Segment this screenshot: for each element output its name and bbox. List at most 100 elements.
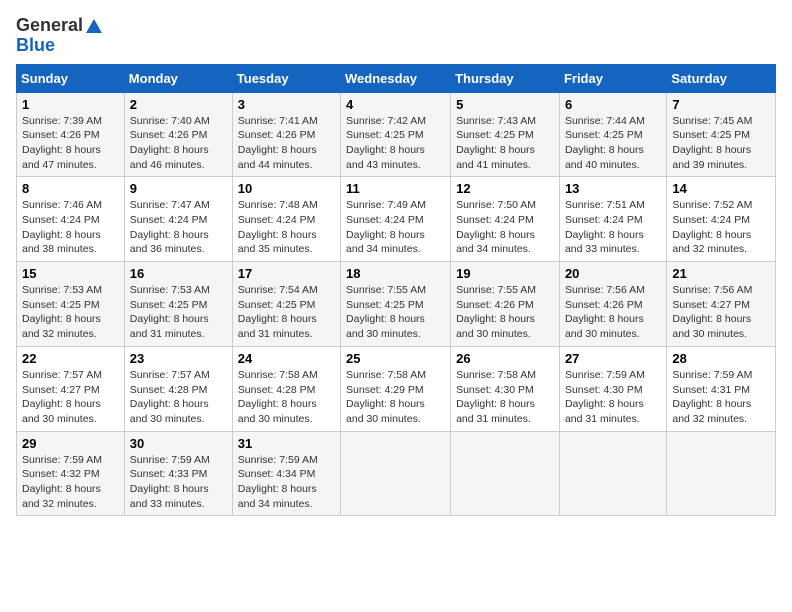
day-info: Sunrise: 7:58 AM Sunset: 4:30 PM Dayligh… [456, 368, 554, 427]
calendar-cell: 7 Sunrise: 7:45 AM Sunset: 4:25 PM Dayli… [667, 92, 776, 177]
day-number: 11 [346, 181, 445, 196]
calendar-cell: 22 Sunrise: 7:57 AM Sunset: 4:27 PM Dayl… [17, 346, 125, 431]
day-info: Sunrise: 7:53 AM Sunset: 4:25 PM Dayligh… [130, 283, 227, 342]
weekday-header-saturday: Saturday [667, 64, 776, 92]
calendar-cell: 2 Sunrise: 7:40 AM Sunset: 4:26 PM Dayli… [124, 92, 232, 177]
day-number: 31 [238, 436, 335, 451]
day-number: 24 [238, 351, 335, 366]
day-number: 14 [672, 181, 770, 196]
calendar-cell: 5 Sunrise: 7:43 AM Sunset: 4:25 PM Dayli… [451, 92, 560, 177]
day-info: Sunrise: 7:57 AM Sunset: 4:28 PM Dayligh… [130, 368, 227, 427]
day-number: 21 [672, 266, 770, 281]
day-number: 28 [672, 351, 770, 366]
day-info: Sunrise: 7:59 AM Sunset: 4:32 PM Dayligh… [22, 453, 119, 512]
day-number: 20 [565, 266, 661, 281]
day-number: 18 [346, 266, 445, 281]
day-number: 27 [565, 351, 661, 366]
weekday-header-sunday: Sunday [17, 64, 125, 92]
weekday-header-thursday: Thursday [451, 64, 560, 92]
day-number: 16 [130, 266, 227, 281]
calendar-week-row: 1 Sunrise: 7:39 AM Sunset: 4:26 PM Dayli… [17, 92, 776, 177]
day-number: 13 [565, 181, 661, 196]
calendar-cell: 28 Sunrise: 7:59 AM Sunset: 4:31 PM Dayl… [667, 346, 776, 431]
day-number: 6 [565, 97, 661, 112]
day-info: Sunrise: 7:49 AM Sunset: 4:24 PM Dayligh… [346, 198, 445, 257]
calendar-cell [451, 431, 560, 516]
calendar-cell: 30 Sunrise: 7:59 AM Sunset: 4:33 PM Dayl… [124, 431, 232, 516]
day-number: 4 [346, 97, 445, 112]
calendar-week-row: 22 Sunrise: 7:57 AM Sunset: 4:27 PM Dayl… [17, 346, 776, 431]
day-info: Sunrise: 7:55 AM Sunset: 4:25 PM Dayligh… [346, 283, 445, 342]
page-header: General Blue [16, 16, 776, 56]
calendar-cell: 27 Sunrise: 7:59 AM Sunset: 4:30 PM Dayl… [559, 346, 666, 431]
day-number: 5 [456, 97, 554, 112]
calendar-cell: 24 Sunrise: 7:58 AM Sunset: 4:28 PM Dayl… [232, 346, 340, 431]
day-info: Sunrise: 7:46 AM Sunset: 4:24 PM Dayligh… [22, 198, 119, 257]
calendar-cell: 13 Sunrise: 7:51 AM Sunset: 4:24 PM Dayl… [559, 177, 666, 262]
calendar-cell: 4 Sunrise: 7:42 AM Sunset: 4:25 PM Dayli… [341, 92, 451, 177]
day-number: 9 [130, 181, 227, 196]
day-number: 7 [672, 97, 770, 112]
day-info: Sunrise: 7:51 AM Sunset: 4:24 PM Dayligh… [565, 198, 661, 257]
calendar-cell: 10 Sunrise: 7:48 AM Sunset: 4:24 PM Dayl… [232, 177, 340, 262]
calendar-cell: 18 Sunrise: 7:55 AM Sunset: 4:25 PM Dayl… [341, 262, 451, 347]
day-info: Sunrise: 7:41 AM Sunset: 4:26 PM Dayligh… [238, 114, 335, 173]
day-number: 29 [22, 436, 119, 451]
calendar-cell [559, 431, 666, 516]
day-info: Sunrise: 7:50 AM Sunset: 4:24 PM Dayligh… [456, 198, 554, 257]
day-info: Sunrise: 7:52 AM Sunset: 4:24 PM Dayligh… [672, 198, 770, 257]
day-info: Sunrise: 7:57 AM Sunset: 4:27 PM Dayligh… [22, 368, 119, 427]
weekday-header-wednesday: Wednesday [341, 64, 451, 92]
calendar-cell [341, 431, 451, 516]
calendar-cell: 16 Sunrise: 7:53 AM Sunset: 4:25 PM Dayl… [124, 262, 232, 347]
day-info: Sunrise: 7:40 AM Sunset: 4:26 PM Dayligh… [130, 114, 227, 173]
calendar-week-row: 8 Sunrise: 7:46 AM Sunset: 4:24 PM Dayli… [17, 177, 776, 262]
logo-general-text: General [16, 16, 83, 36]
calendar-cell: 11 Sunrise: 7:49 AM Sunset: 4:24 PM Dayl… [341, 177, 451, 262]
calendar-cell: 3 Sunrise: 7:41 AM Sunset: 4:26 PM Dayli… [232, 92, 340, 177]
calendar-cell: 31 Sunrise: 7:59 AM Sunset: 4:34 PM Dayl… [232, 431, 340, 516]
day-info: Sunrise: 7:59 AM Sunset: 4:31 PM Dayligh… [672, 368, 770, 427]
day-info: Sunrise: 7:44 AM Sunset: 4:25 PM Dayligh… [565, 114, 661, 173]
calendar-cell: 8 Sunrise: 7:46 AM Sunset: 4:24 PM Dayli… [17, 177, 125, 262]
day-info: Sunrise: 7:56 AM Sunset: 4:26 PM Dayligh… [565, 283, 661, 342]
day-number: 3 [238, 97, 335, 112]
calendar-cell: 12 Sunrise: 7:50 AM Sunset: 4:24 PM Dayl… [451, 177, 560, 262]
calendar-cell: 25 Sunrise: 7:58 AM Sunset: 4:29 PM Dayl… [341, 346, 451, 431]
weekday-header-tuesday: Tuesday [232, 64, 340, 92]
day-number: 12 [456, 181, 554, 196]
calendar-cell: 6 Sunrise: 7:44 AM Sunset: 4:25 PM Dayli… [559, 92, 666, 177]
calendar-cell: 1 Sunrise: 7:39 AM Sunset: 4:26 PM Dayli… [17, 92, 125, 177]
day-info: Sunrise: 7:42 AM Sunset: 4:25 PM Dayligh… [346, 114, 445, 173]
calendar-cell: 15 Sunrise: 7:53 AM Sunset: 4:25 PM Dayl… [17, 262, 125, 347]
calendar-cell [667, 431, 776, 516]
day-info: Sunrise: 7:55 AM Sunset: 4:26 PM Dayligh… [456, 283, 554, 342]
day-number: 10 [238, 181, 335, 196]
day-number: 15 [22, 266, 119, 281]
day-number: 23 [130, 351, 227, 366]
weekday-header-monday: Monday [124, 64, 232, 92]
day-info: Sunrise: 7:54 AM Sunset: 4:25 PM Dayligh… [238, 283, 335, 342]
day-number: 17 [238, 266, 335, 281]
calendar-week-row: 29 Sunrise: 7:59 AM Sunset: 4:32 PM Dayl… [17, 431, 776, 516]
day-info: Sunrise: 7:58 AM Sunset: 4:28 PM Dayligh… [238, 368, 335, 427]
day-number: 2 [130, 97, 227, 112]
day-number: 8 [22, 181, 119, 196]
day-number: 22 [22, 351, 119, 366]
day-info: Sunrise: 7:56 AM Sunset: 4:27 PM Dayligh… [672, 283, 770, 342]
calendar-header-row: SundayMondayTuesdayWednesdayThursdayFrid… [17, 64, 776, 92]
day-info: Sunrise: 7:48 AM Sunset: 4:24 PM Dayligh… [238, 198, 335, 257]
day-number: 25 [346, 351, 445, 366]
calendar-table: SundayMondayTuesdayWednesdayThursdayFrid… [16, 64, 776, 517]
calendar-cell: 14 Sunrise: 7:52 AM Sunset: 4:24 PM Dayl… [667, 177, 776, 262]
logo-blue-text: Blue [16, 36, 55, 56]
calendar-cell: 26 Sunrise: 7:58 AM Sunset: 4:30 PM Dayl… [451, 346, 560, 431]
calendar-cell: 29 Sunrise: 7:59 AM Sunset: 4:32 PM Dayl… [17, 431, 125, 516]
day-info: Sunrise: 7:53 AM Sunset: 4:25 PM Dayligh… [22, 283, 119, 342]
day-info: Sunrise: 7:59 AM Sunset: 4:33 PM Dayligh… [130, 453, 227, 512]
calendar-cell: 19 Sunrise: 7:55 AM Sunset: 4:26 PM Dayl… [451, 262, 560, 347]
calendar-cell: 23 Sunrise: 7:57 AM Sunset: 4:28 PM Dayl… [124, 346, 232, 431]
day-info: Sunrise: 7:59 AM Sunset: 4:30 PM Dayligh… [565, 368, 661, 427]
day-info: Sunrise: 7:59 AM Sunset: 4:34 PM Dayligh… [238, 453, 335, 512]
calendar-cell: 9 Sunrise: 7:47 AM Sunset: 4:24 PM Dayli… [124, 177, 232, 262]
